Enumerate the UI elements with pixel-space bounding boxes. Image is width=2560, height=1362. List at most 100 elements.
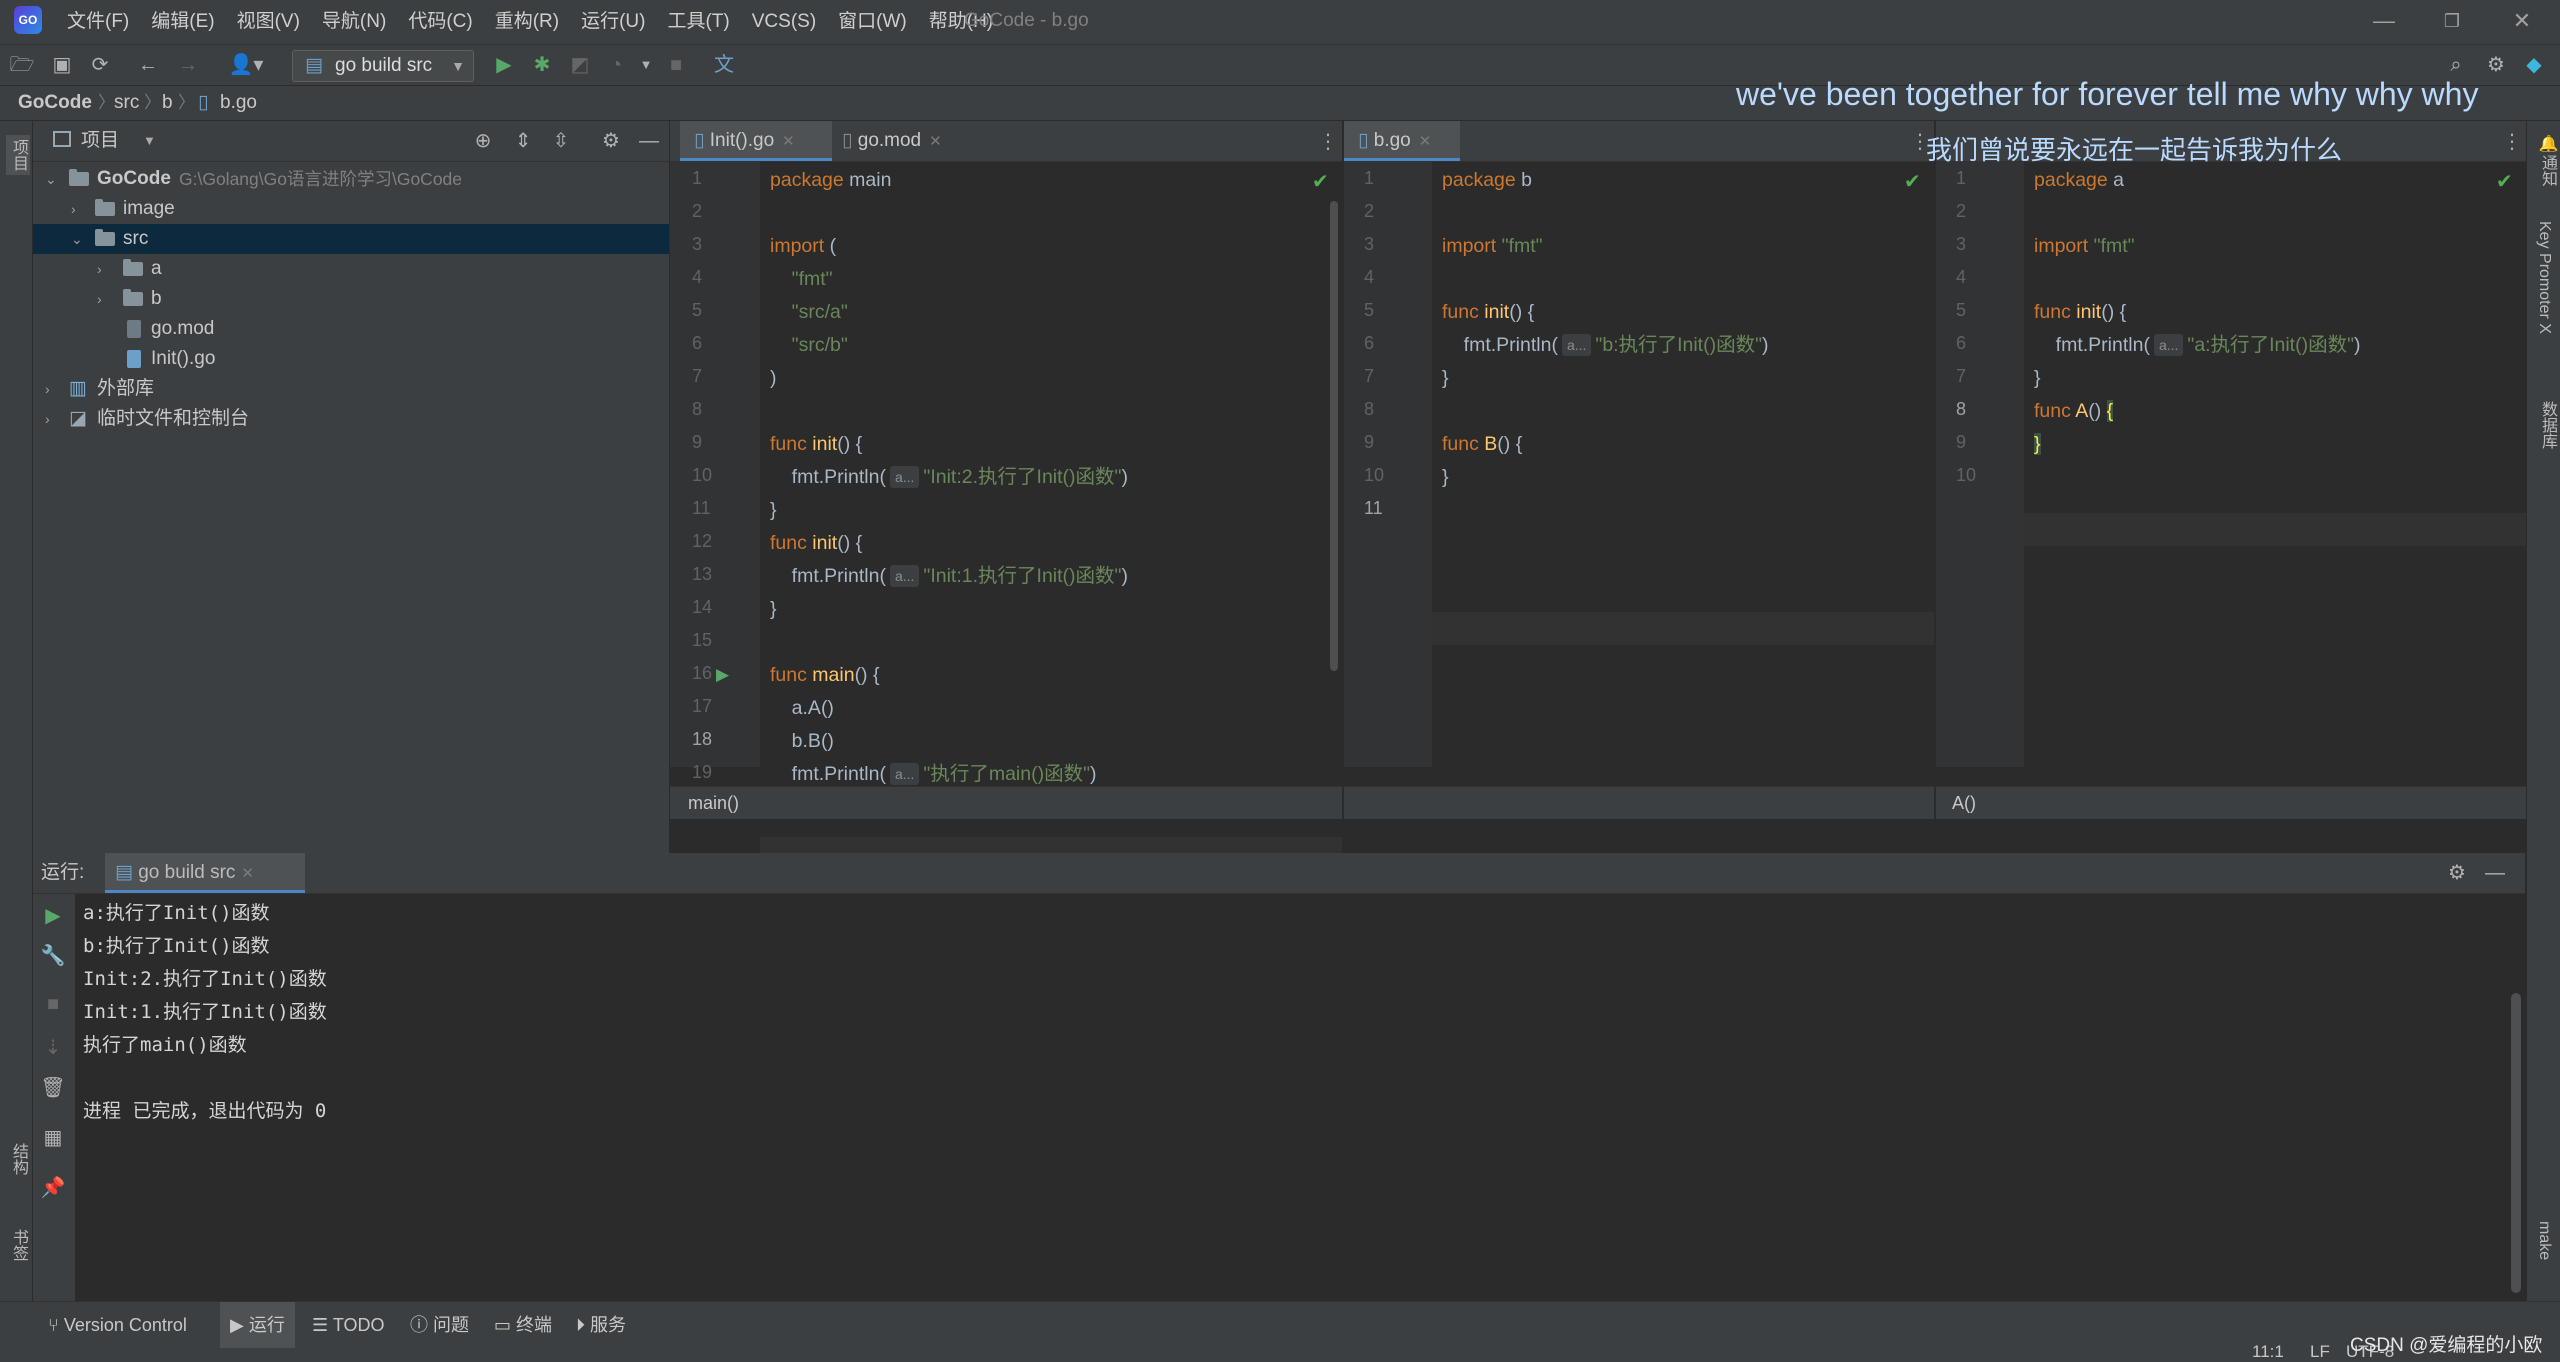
code-line-9: } — [2034, 433, 2041, 455]
sync-icon[interactable]: ⟳ — [86, 51, 114, 79]
translate-icon[interactable]: 文 — [710, 51, 738, 79]
collapse-all-icon[interactable]: ⇳ — [547, 127, 575, 155]
run-gutter-icon[interactable]: ▶ — [716, 665, 729, 685]
breadcrumb-src[interactable]: src — [114, 86, 139, 120]
sort-icon[interactable]: ⇣ — [39, 1034, 67, 1062]
scratch-icon: ◪ — [69, 408, 87, 429]
search-icon[interactable]: ⌕ — [2442, 51, 2470, 79]
caret-position[interactable]: 11:1 — [2252, 1342, 2284, 1362]
rerun-icon[interactable]: ▶ — [39, 902, 67, 930]
close-tab-icon[interactable]: ✕ — [782, 133, 795, 150]
structure-tool-tab[interactable]: 结构 — [6, 1143, 30, 1175]
stop-icon[interactable]: ■ — [662, 51, 690, 79]
hide-icon[interactable]: — — [2481, 859, 2509, 887]
gear-icon[interactable]: ⚙ — [2443, 859, 2471, 887]
run-config-select[interactable]: ▤ go build src ▼ — [292, 50, 474, 82]
bookmarks-tool-tab[interactable]: 书签 — [6, 1229, 30, 1261]
tree-item-b[interactable]: › b — [33, 284, 669, 314]
menu-tools[interactable]: 工具(T) — [656, 0, 740, 44]
version-control-tab[interactable]: ⑂ Version Control — [48, 1302, 187, 1348]
tree-item-image[interactable]: › image — [33, 194, 669, 224]
project-tool-tab[interactable]: 项目 — [6, 135, 30, 175]
forward-icon[interactable]: → — [174, 51, 202, 79]
minimize-icon[interactable]: — — [2352, 0, 2416, 44]
console-scrollbar[interactable] — [2511, 993, 2521, 1293]
menu-window[interactable]: 窗口(W) — [827, 0, 918, 44]
make-tool-tab[interactable]: make — [2535, 1221, 2553, 1260]
line-separator[interactable]: LF — [2310, 1342, 2330, 1362]
notifications-tool-tab[interactable]: 🔔通知 — [2535, 135, 2559, 187]
terminal-tab[interactable]: ▭ 终端 — [494, 1302, 552, 1348]
chevron-right-icon: › — [71, 201, 76, 217]
wrench-icon[interactable]: 🔧 — [39, 942, 67, 970]
problems-tab[interactable]: ⓘ 问题 — [410, 1302, 469, 1348]
todo-tab[interactable]: ☰ TODO — [312, 1302, 384, 1348]
more-run-chevron-icon[interactable]: ▼ — [632, 51, 660, 79]
no-problems-check-icon: ✔ — [2496, 171, 2513, 193]
open-folder-icon[interactable]: 🗁 — [8, 51, 36, 79]
trash-icon[interactable]: 🗑 — [39, 1074, 67, 1102]
project-panel-title[interactable]: 项目 — [81, 121, 119, 161]
services-tab[interactable]: ⏵ 服务 — [576, 1302, 626, 1348]
back-icon[interactable]: ← — [134, 51, 162, 79]
tab-b-go[interactable]: ▯ b.go ✕ — [1344, 121, 1460, 161]
footer-function[interactable]: A() — [1952, 787, 1976, 819]
tab-go-mod[interactable]: ▯ go.mod ✕ — [828, 121, 978, 161]
stop-icon[interactable]: ■ — [39, 990, 67, 1018]
restore-icon[interactable]: ❐ — [2420, 0, 2484, 44]
gear-icon[interactable]: ⚙ — [597, 127, 625, 155]
breadcrumb-file[interactable]: b.go — [220, 86, 257, 120]
chevron-down-icon[interactable]: ▼ — [143, 121, 156, 161]
locate-icon[interactable]: ⊕ — [469, 127, 497, 155]
vertical-scrollbar[interactable] — [1330, 201, 1338, 671]
database-tool-tab[interactable]: 数据库 — [2535, 401, 2559, 449]
line-number: 2 — [1364, 201, 1375, 221]
chevron-down-icon: ▼ — [451, 58, 465, 74]
run-icon[interactable]: ▶ — [490, 51, 518, 79]
jetbrains-icon[interactable]: ◆ — [2520, 51, 2548, 79]
save-icon[interactable]: ▣ — [48, 51, 76, 79]
close-tab-icon[interactable]: ✕ — [1419, 133, 1432, 150]
close-tab-icon[interactable]: ✕ — [241, 865, 254, 882]
tree-item-go-mod[interactable]: go.mod — [33, 314, 669, 344]
layout-icon[interactable]: ▦ — [39, 1124, 67, 1152]
tab-options-icon[interactable]: ⋮ — [2502, 129, 2522, 154]
tree-item-init-go[interactable]: Init().go — [33, 344, 669, 374]
code-line-3: import ( — [770, 235, 837, 257]
footer-function[interactable]: main() — [688, 787, 739, 819]
run-panel-header: 运行: ▤ go build src ✕ ⚙ — — [33, 853, 2525, 894]
tree-item-a[interactable]: › a — [33, 254, 669, 284]
tab-options-icon[interactable]: ⋮ — [1318, 129, 1338, 154]
run-tool-tab[interactable]: ▶ 运行 — [220, 1302, 295, 1348]
menu-view[interactable]: 视图(V) — [226, 0, 311, 44]
no-problems-check-icon: ✔ — [1904, 171, 1921, 193]
tab-init-go[interactable]: ▯ Init().go ✕ — [680, 121, 832, 161]
gomod-file-icon: ▯ — [842, 130, 853, 151]
key-promoter-tool-tab[interactable]: Key Promoter X — [2535, 221, 2553, 334]
menu-vcs[interactable]: VCS(S) — [741, 0, 827, 44]
breadcrumb-project[interactable]: GoCode — [18, 86, 92, 120]
user-dropdown-icon[interactable]: 👤▾ — [226, 51, 266, 79]
menu-edit[interactable]: 编辑(E) — [140, 0, 225, 44]
debug-icon[interactable]: ✱ — [528, 51, 556, 79]
close-icon[interactable]: ✕ — [2490, 0, 2554, 44]
menu-file[interactable]: 文件(F) — [56, 0, 140, 44]
menu-run[interactable]: 运行(U) — [570, 0, 656, 44]
run-tab-go-build-src[interactable]: ▤ go build src ✕ — [105, 853, 305, 893]
tree-item-external-libs[interactable]: › ▥ 外部库 — [33, 374, 669, 404]
menu-refactor[interactable]: 重构(R) — [484, 0, 570, 44]
profile-icon[interactable]: ◔ — [602, 51, 630, 79]
coverage-icon[interactable]: ◩ — [566, 51, 594, 79]
tree-root-gocode[interactable]: ⌄ GoCode G:\Golang\Go语言进阶学习\GoCode — [33, 164, 669, 194]
tree-item-src[interactable]: ⌄ src — [33, 224, 669, 254]
gear-icon[interactable]: ⚙ — [2482, 51, 2510, 79]
menu-navigate[interactable]: 导航(N) — [311, 0, 397, 44]
menu-code[interactable]: 代码(C) — [397, 0, 483, 44]
hide-icon[interactable]: — — [635, 127, 663, 155]
line-number: 10 — [1364, 465, 1385, 485]
expand-all-icon[interactable]: ⇕ — [509, 127, 537, 155]
pin-icon[interactable]: 📌 — [39, 1174, 67, 1202]
close-tab-icon[interactable]: ✕ — [929, 133, 942, 150]
breadcrumb-b[interactable]: b — [162, 86, 173, 120]
tree-item-scratches[interactable]: › ◪ 临时文件和控制台 — [33, 404, 669, 434]
